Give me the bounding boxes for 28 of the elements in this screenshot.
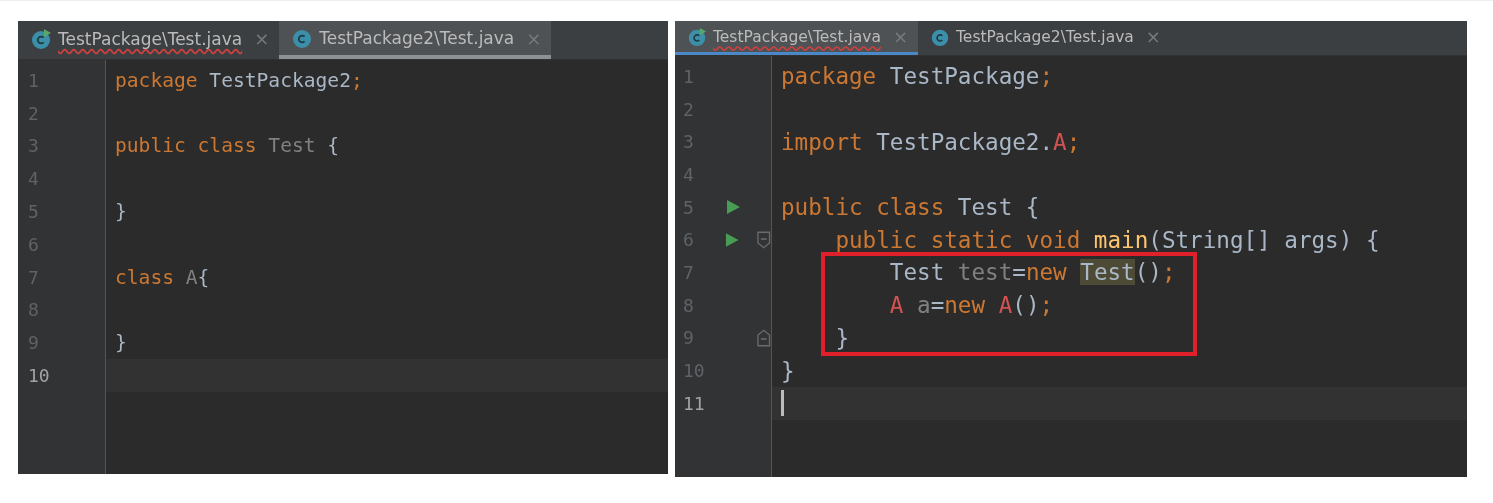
close-icon[interactable]: × xyxy=(254,28,270,49)
file-tab[interactable]: TestPackage2\Test.java × xyxy=(918,21,1171,55)
line-number: 11 xyxy=(682,392,706,414)
class-file-icon xyxy=(687,26,707,47)
code-line: public class Test { xyxy=(781,194,1040,221)
fold-icon[interactable] xyxy=(755,230,771,249)
class-file-icon xyxy=(291,27,314,49)
file-tab[interactable]: TestPackage\Test.java × xyxy=(18,21,280,59)
code-line: class A{ xyxy=(115,265,210,289)
code-line: package TestPackage2; xyxy=(115,68,363,92)
code-line: } xyxy=(834,324,849,351)
code-line: A a=new A(); xyxy=(888,292,1054,319)
code-line: public class Test { xyxy=(115,134,340,158)
line-number: 10 xyxy=(27,365,51,387)
code-line: package TestPackage; xyxy=(781,63,1054,90)
code-line: } xyxy=(115,331,127,355)
file-tab[interactable]: TestPackage2\Test.java × xyxy=(279,21,552,59)
run-icon[interactable] xyxy=(725,199,741,216)
code-line: import TestPackage2.A; xyxy=(781,128,1081,155)
code-line: } xyxy=(115,200,127,224)
file-tab[interactable]: TestPackage\Test.java × xyxy=(675,21,918,55)
fold-icon[interactable] xyxy=(755,328,771,347)
code-line: public static void main(String[] args) { xyxy=(834,226,1380,253)
close-icon[interactable]: × xyxy=(1145,26,1161,47)
code-line: } xyxy=(781,357,795,384)
code-line: Test test=new Test(); xyxy=(888,259,1176,286)
class-file-icon xyxy=(30,27,52,50)
run-icon[interactable] xyxy=(724,231,740,248)
